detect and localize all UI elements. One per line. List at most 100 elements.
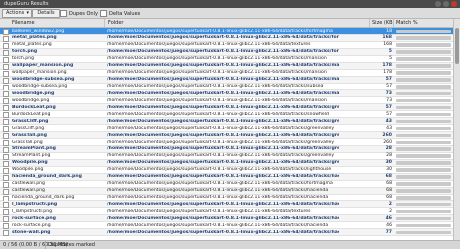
table-row[interactable]: Woodpile.png/home/moe/Documentos/juegos/… (0, 167, 453, 174)
row-size: 68 (386, 195, 392, 200)
row-match (396, 175, 451, 179)
row-filename: StreamPlant.png (12, 153, 51, 159)
row-size: 57 (385, 104, 392, 110)
row-filename: GrassCliff.png (12, 118, 49, 124)
table-row[interactable]: woodbridge.png/home/moe/Documentos/juego… (0, 90, 453, 98)
row-size: 260 (383, 139, 392, 145)
row-match (396, 202, 451, 207)
dupes-only-checkbox[interactable]: Dupes Only (60, 10, 98, 17)
table-row[interactable]: StreamPlant.png/home/moe/Documentos/jueg… (0, 153, 453, 160)
delta-values-checkbox[interactable]: Delta Values (100, 10, 140, 17)
column-divider[interactable] (369, 19, 370, 27)
row-match (396, 182, 451, 186)
row-match (396, 91, 451, 96)
row-folder: /home/moe/Documentos/juegos/supertuxkart… (107, 28, 333, 34)
minimize-icon[interactable] (435, 1, 441, 7)
row-size: 168 (383, 42, 392, 48)
window-controls (435, 1, 457, 7)
row-size: 178 (382, 63, 392, 69)
row-filename: GrassTall.png (12, 132, 47, 138)
row-match (396, 216, 451, 221)
chevron-down-icon: ▾ (26, 10, 29, 16)
row-filename: wallpaper_mansion.png (12, 70, 67, 76)
row-folder: /home/moe/Documentos/juegos/supertuxkart… (107, 229, 339, 235)
table-row[interactable]: castlewall.png/home/moe/Documentos/juego… (0, 181, 453, 188)
table-row[interactable]: rock-surface.png/home/moe/Documentos/jue… (0, 215, 453, 223)
details-button[interactable]: Details (32, 9, 60, 18)
table-row[interactable]: castlewall.png/home/moe/Documentos/juego… (0, 187, 453, 195)
table-row[interactable]: rock-surface.png/home/moe/Documentos/jue… (0, 222, 453, 230)
table-row[interactable]: hacienda_ground_dark.png/home/moe/Docume… (0, 173, 453, 181)
table-row[interactable]: wallpaper_mansion.png/home/moe/Documento… (0, 70, 453, 77)
column-divider[interactable] (104, 19, 105, 27)
row-filename: ballkeen_window2.png (12, 28, 65, 34)
row-folder: /home/moe/Documentos/juegos/supertuxkart… (107, 174, 339, 180)
column-header-match[interactable]: Match % (396, 20, 418, 26)
table-row[interactable]: metal_plates.png/home/moe/Documentos/jue… (0, 34, 453, 42)
table-row[interactable]: woodbridge.png/home/moe/Documentos/juego… (0, 97, 453, 105)
table-row[interactable]: GrassTall.png/home/moe/Documentos/juegos… (0, 139, 453, 146)
column-divider[interactable] (393, 19, 394, 27)
row-folder: /home/moe/Documentos/juegos/supertuxkart… (107, 90, 339, 96)
row-folder: /home/moe/Documentos/juegos/supertuxkart… (107, 104, 339, 110)
row-size: 46 (385, 215, 392, 221)
maximize-icon[interactable] (443, 1, 449, 7)
table-row[interactable]: GrassCliff.png/home/moe/Documentos/juego… (0, 118, 453, 126)
row-match (396, 43, 451, 47)
column-header-size[interactable]: Size (KB) (372, 20, 394, 26)
table-row[interactable]: woodbridge-subsea.png/home/moe/Documento… (0, 84, 453, 91)
row-match (396, 78, 451, 82)
row-filename: woodbridge.png (12, 97, 50, 103)
dupes-only-checkbox-box[interactable] (60, 10, 67, 17)
table-row[interactable]: wallpaper_mansion.png/home/moe/Documento… (0, 62, 453, 70)
row-folder: /home/moe/Documentos/juegos/supertuxkart… (107, 118, 339, 124)
row-size: 2 (388, 201, 392, 207)
table-row[interactable]: torch.png/home/moe/Documentos/juegos/sup… (0, 48, 453, 56)
table-row[interactable]: ballkeen_window2.png/home/moe/Documentos… (0, 28, 453, 35)
row-size: 30 (386, 167, 392, 173)
row-match (396, 133, 451, 138)
table-row[interactable]: BurdockLeaf.png/home/moe/Documentos/jueg… (0, 111, 453, 119)
row-match (396, 168, 451, 172)
row-size: 28 (385, 146, 392, 152)
actions-button[interactable]: Actions ▾ (2, 9, 32, 18)
column-header-folder[interactable]: Folder (108, 20, 123, 26)
row-folder: /home/moe/Documentos/juegos/supertuxkart… (107, 70, 327, 76)
row-folder: /home/moe/Documentos/juegos/supertuxkart… (107, 77, 339, 83)
table-row[interactable]: BurdockLeaf.png/home/moe/Documentos/jueg… (0, 104, 453, 112)
table-row[interactable]: StreamPlant.png/home/moe/Documentos/jueg… (0, 145, 453, 153)
scrollbar-thumb[interactable] (455, 28, 459, 64)
row-checkbox[interactable] (3, 230, 9, 237)
row-filename: Woodpile.png (12, 160, 48, 166)
column-header-filename[interactable]: Filename (12, 20, 35, 26)
table-row[interactable]: woodbridge-subsea.png/home/moe/Documento… (0, 76, 453, 84)
row-filename: l_lampstructr.png (12, 208, 53, 214)
table-row[interactable]: l_lampstructr.png/home/moe/Documentos/ju… (0, 201, 453, 209)
table-row[interactable]: metal_plates.png/home/moe/Documentos/jue… (0, 42, 453, 49)
table-row[interactable]: hacienda_ground_dark.png/home/moe/Docume… (0, 195, 453, 202)
table-row[interactable]: Woodpile.png/home/moe/Documentos/juegos/… (0, 159, 453, 167)
row-filename: castlewall.png (12, 188, 45, 194)
table-row[interactable]: torch.png/home/moe/Documentos/juegos/sup… (0, 56, 453, 63)
row-filename: hacienda_ground_dark.png (12, 174, 82, 180)
close-icon[interactable] (451, 1, 457, 7)
row-size: 2 (389, 208, 392, 214)
row-size: 18 (386, 28, 392, 34)
row-folder: /home/moe/Documentos/juegos/supertuxkart… (107, 153, 335, 159)
vertical-scrollbar[interactable] (453, 19, 460, 240)
table-row[interactable]: l_lampstructr.png/home/moe/Documentos/ju… (0, 208, 453, 216)
table-row[interactable]: stone-wall.png/home/moe/Documentos/juego… (0, 229, 453, 237)
results-table[interactable]: ballkeen_window2.png/home/moe/Documentos… (0, 28, 453, 240)
row-match (396, 85, 451, 89)
table-row[interactable]: GrassCliff.png/home/moe/Documentos/juego… (0, 125, 453, 133)
table-row[interactable]: GrassTall.png/home/moe/Documentos/juegos… (0, 132, 453, 140)
row-match (396, 29, 451, 33)
delta-values-label: Delta Values (109, 10, 141, 17)
row-match (396, 57, 451, 61)
row-match (396, 64, 451, 68)
row-size: 57 (385, 77, 392, 83)
row-size: 68 (386, 188, 392, 194)
row-size: 260 (382, 132, 392, 138)
delta-values-checkbox-box[interactable] (100, 10, 107, 17)
row-filename: BurdockLeaf.png (12, 104, 56, 110)
